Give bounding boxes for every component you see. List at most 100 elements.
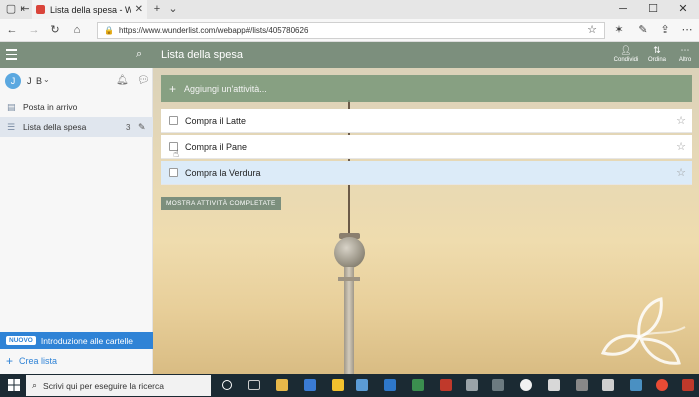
page-title: Lista della spesa xyxy=(161,49,243,61)
task-title[interactable]: Compra il Pane xyxy=(185,142,676,152)
sticky-notes-icon[interactable] xyxy=(332,379,344,391)
folders-intro-banner[interactable]: NUOVO Introduzione alle cartelle xyxy=(0,332,153,349)
star-icon[interactable]: ☆ xyxy=(676,140,686,153)
address-bar-row: ← → ↻ ⌂ 🔒 https://www.wunderlist.com/web… xyxy=(0,19,699,42)
calculator-icon[interactable] xyxy=(602,379,614,391)
cortana-icon[interactable] xyxy=(222,380,232,390)
back-icon[interactable]: ← xyxy=(5,23,19,37)
hand-cursor-icon: ☝︎ xyxy=(173,149,180,160)
star-icon[interactable]: ☆ xyxy=(676,166,686,179)
sort-label: Ordina xyxy=(647,57,666,63)
url-text: https://www.wunderlist.com/webapp#/lists… xyxy=(118,26,309,35)
network-icon[interactable] xyxy=(356,379,368,391)
wunderlist-favicon-icon xyxy=(36,5,45,14)
conversations-icon[interactable]: 💬︎ xyxy=(137,75,150,86)
task-row[interactable]: Compra la Verdura ☆ xyxy=(161,161,692,185)
taskbar-search-placeholder: Scrivi qui per eseguire la ricerca xyxy=(43,380,164,391)
favorite-star-icon[interactable]: ☆ xyxy=(585,23,599,37)
share-label: Condividi xyxy=(613,57,639,63)
avatar[interactable]: J xyxy=(5,73,21,89)
windows-start-icon[interactable] xyxy=(8,379,20,391)
tower-shaft xyxy=(344,267,354,374)
list-icon: ☰ xyxy=(7,121,16,132)
edge-icon[interactable] xyxy=(384,379,396,391)
more-label: Altro xyxy=(678,57,692,63)
store-icon[interactable] xyxy=(304,379,316,391)
sidebar-item-label: Posta in arrivo xyxy=(23,102,78,112)
app-icon[interactable] xyxy=(466,379,478,391)
user-name[interactable]: J B xyxy=(27,76,43,86)
create-list-button[interactable]: + Crea lista xyxy=(6,354,58,368)
taskbar-search-input[interactable]: ⌕ Scrivi qui per eseguire la ricerca xyxy=(26,375,211,396)
tab-actions-icon[interactable]: ▢ xyxy=(4,2,18,16)
pen-icon[interactable]: ✎ xyxy=(636,23,650,37)
task-checkbox[interactable] xyxy=(169,168,178,177)
tab-list-chevron-icon[interactable]: ⌄ xyxy=(166,2,180,16)
new-tab-icon[interactable]: + xyxy=(150,2,164,16)
tab-close-icon[interactable]: ✕ xyxy=(135,4,143,15)
new-badge: NUOVO xyxy=(6,336,36,345)
show-completed-button[interactable]: MOSTRA ATTIVITÀ COMPLETATE xyxy=(161,197,281,210)
task-title[interactable]: Compra la Verdura xyxy=(185,168,676,178)
app-icon[interactable] xyxy=(440,379,452,391)
search-icon: ⌕ xyxy=(32,380,38,390)
browser-tab[interactable]: Lista della spesa - Wund ✕ xyxy=(32,0,147,19)
add-task-input[interactable]: + Aggiungi un'attività... xyxy=(161,75,692,102)
tab-title: Lista della spesa - Wund xyxy=(50,4,131,15)
lock-icon: 🔒 xyxy=(104,26,114,35)
browser-tab-bar: ▢ ⇤ Lista della spesa - Wund ✕ + ⌄ ─ ☐ ✕ xyxy=(0,0,699,19)
sidebar-item-label: Lista della spesa xyxy=(23,122,87,132)
minimize-icon[interactable]: ─ xyxy=(608,0,638,19)
back-tabs-icon[interactable]: ⇤ xyxy=(18,2,32,16)
app-icon[interactable] xyxy=(492,379,504,391)
tower-sphere xyxy=(334,237,365,268)
list-count: 3 xyxy=(126,122,131,132)
share-browser-icon[interactable]: ⇪ xyxy=(658,23,672,37)
edit-pencil-icon[interactable]: ✎ xyxy=(138,122,146,133)
taskbar: ⌕ Scrivi qui per eseguire la ricerca xyxy=(0,374,699,397)
task-row[interactable]: Compra il Latte ☆ xyxy=(161,109,692,133)
hamburger-menu-icon[interactable] xyxy=(6,49,18,61)
task-title[interactable]: Compra il Latte xyxy=(185,116,676,126)
close-window-icon[interactable]: ✕ xyxy=(668,0,698,19)
user-menu-chevron-icon[interactable]: ⌄ xyxy=(43,75,50,84)
more-button[interactable]: ⋯ Altro xyxy=(672,45,698,64)
sidebar-item-inbox[interactable]: ▤ Posta in arrivo xyxy=(0,97,153,117)
star-icon[interactable]: ☆ xyxy=(676,114,686,127)
sidebar-item-shopping-list[interactable]: ☰ Lista della spesa 3 ✎ xyxy=(0,117,153,137)
sidebar-header: ⌕ xyxy=(0,42,153,68)
task-checkbox[interactable] xyxy=(169,116,178,125)
sort-icon: ⇅ xyxy=(653,45,661,55)
task-row[interactable]: Compra il Pane ☆ xyxy=(161,135,692,159)
add-task-placeholder: Aggiungi un'attività... xyxy=(184,83,267,94)
brightness-icon[interactable] xyxy=(520,379,532,391)
list-header: Lista della spesa 👤︎ Condividi ⇅ Ordina … xyxy=(153,42,699,68)
url-field[interactable]: 🔒 https://www.wunderlist.com/webapp#/lis… xyxy=(97,22,605,39)
photos-icon[interactable] xyxy=(630,379,642,391)
share-button[interactable]: 👤︎ Condividi xyxy=(613,45,639,64)
file-explorer-icon[interactable] xyxy=(276,379,288,391)
create-list-label: Crea lista xyxy=(19,356,58,366)
share-icon: 👤︎ xyxy=(620,45,632,55)
watermark-leaves-icon xyxy=(600,297,686,365)
sidebar: ⌕ J J B ⌄ 🔔︎ 💬︎ ▤ Posta in arrivo ☰ List… xyxy=(0,42,153,374)
favorites-hub-icon[interactable]: ✶ xyxy=(612,23,626,37)
home-icon[interactable]: ⌂ xyxy=(70,23,84,37)
app-icon[interactable] xyxy=(682,379,694,391)
task-view-icon[interactable] xyxy=(248,380,260,390)
refresh-icon[interactable]: ↻ xyxy=(48,23,62,37)
camera-icon[interactable] xyxy=(548,379,560,391)
forward-icon[interactable]: → xyxy=(27,23,41,37)
maximize-icon[interactable]: ☐ xyxy=(638,0,668,19)
inbox-icon: ▤ xyxy=(7,101,16,112)
plus-icon: + xyxy=(169,81,177,96)
chrome-icon[interactable] xyxy=(656,379,668,391)
notifications-bell-icon[interactable]: 🔔︎ xyxy=(116,75,129,86)
user-row[interactable]: J J B ⌄ 🔔︎ 💬︎ xyxy=(0,70,153,94)
settings-more-icon[interactable]: ⋯ xyxy=(680,23,694,37)
plus-icon: + xyxy=(6,354,14,368)
search-icon[interactable]: ⌕ xyxy=(136,48,142,61)
app-icon[interactable] xyxy=(412,379,424,391)
video-editor-icon[interactable] xyxy=(576,379,588,391)
sort-button[interactable]: ⇅ Ordina xyxy=(644,45,670,64)
